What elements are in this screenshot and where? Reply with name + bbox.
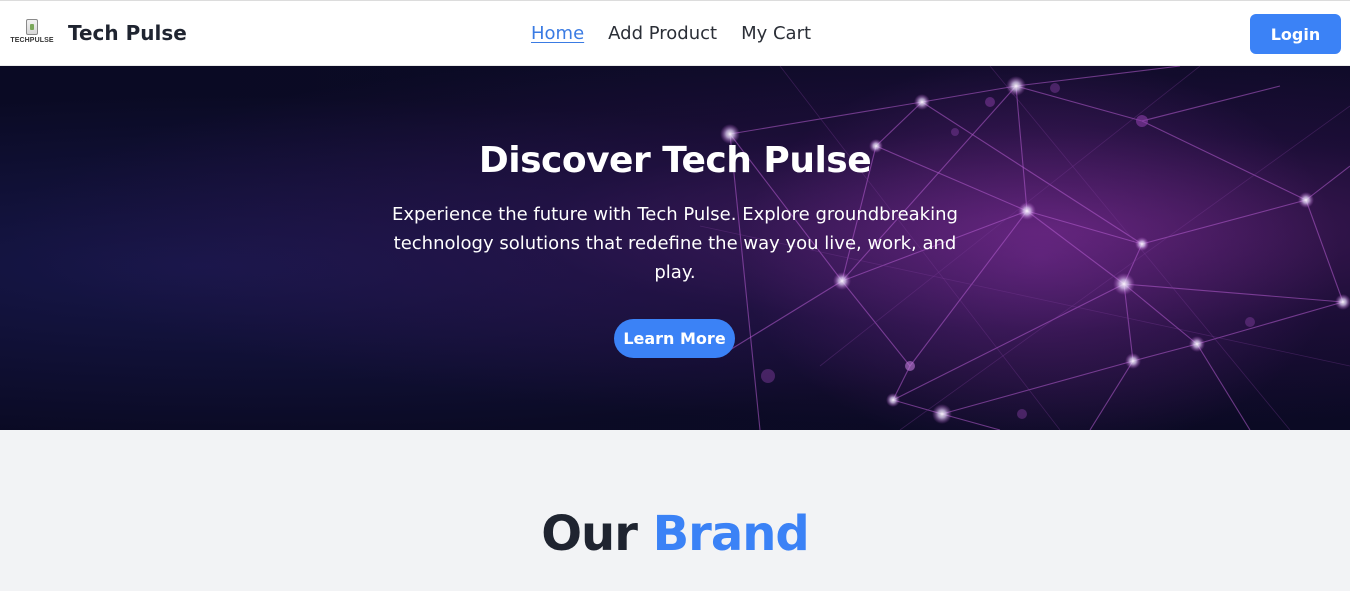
- brand-heading-part2: Brand: [652, 506, 810, 562]
- logo[interactable]: TECHPULSE: [10, 19, 54, 51]
- hero-description: Experience the future with Tech Pulse. E…: [392, 204, 958, 283]
- hero-section: Discover Tech Pulse Experience the futur…: [0, 66, 1350, 430]
- site-header: TECHPULSE Tech Pulse Home Add Product My…: [0, 0, 1350, 66]
- brand-heading-part1: Our: [541, 506, 638, 562]
- nav-link-my-cart[interactable]: My Cart: [741, 22, 811, 48]
- nav-link-home[interactable]: Home: [531, 22, 584, 48]
- hero-title: Discover Tech Pulse: [478, 140, 872, 181]
- brand-name[interactable]: Tech Pulse: [68, 21, 187, 45]
- logo-icon: [26, 19, 38, 35]
- nav-link-add-product[interactable]: Add Product: [608, 22, 717, 48]
- logo-text: TECHPULSE: [10, 37, 54, 44]
- login-button[interactable]: Login: [1250, 14, 1341, 54]
- brand-section: Our Brand: [0, 430, 1350, 591]
- learn-more-button[interactable]: Learn More: [614, 319, 735, 358]
- brand-heading: Our Brand: [0, 506, 1350, 562]
- main-nav: Home Add Product My Cart: [531, 22, 811, 48]
